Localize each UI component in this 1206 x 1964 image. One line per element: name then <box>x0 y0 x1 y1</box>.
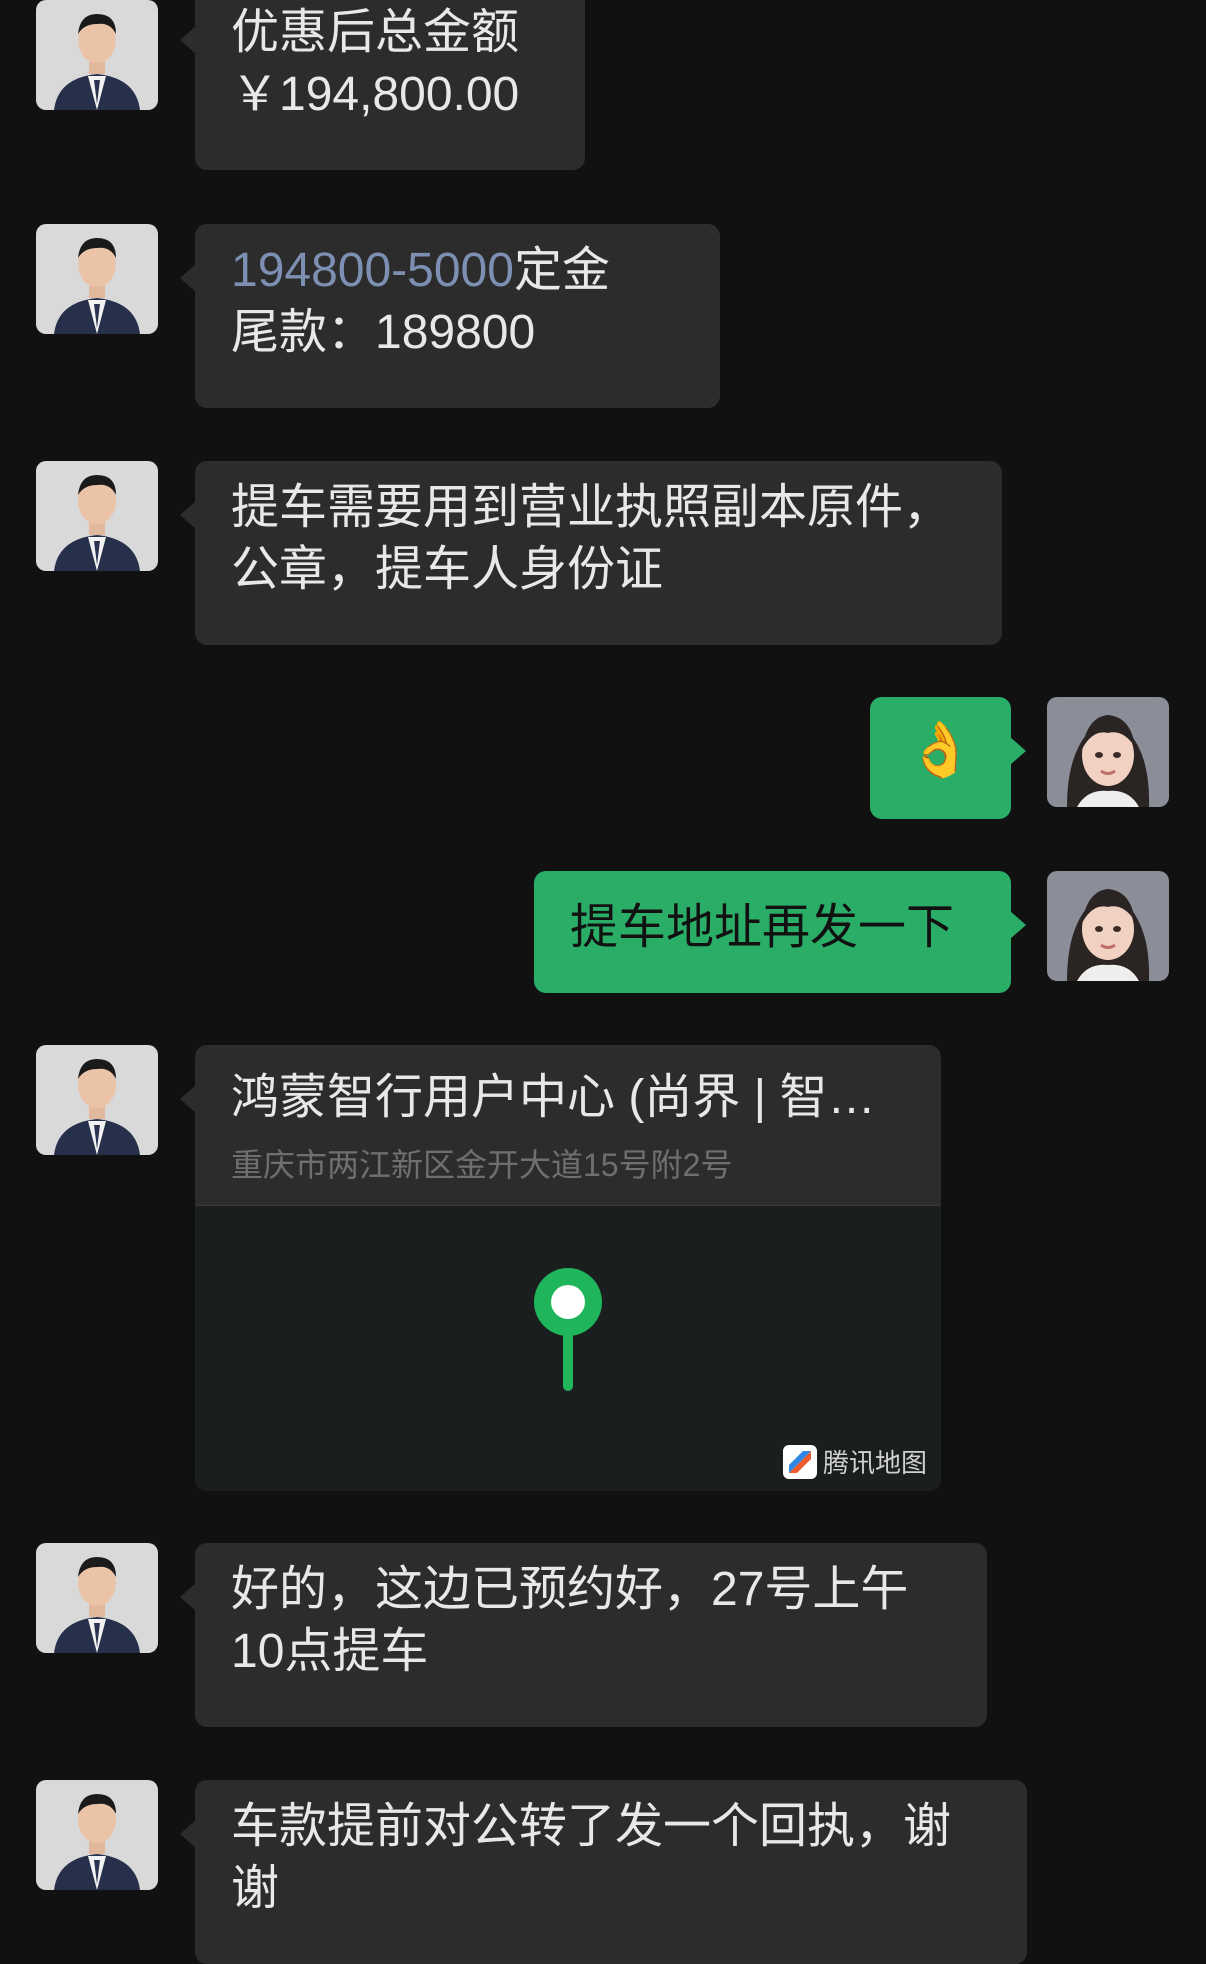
message-line: 优惠后总金额 <box>231 6 520 59</box>
ok-hand-emoji: 👌 <box>906 720 975 780</box>
location-map[interactable]: 腾讯地图 <box>195 1205 941 1491</box>
message-line: 尾款：189800 <box>231 306 536 359</box>
sender-avatar[interactable] <box>36 1045 158 1155</box>
message-bubble[interactable]: 车款提前对公转了发一个回执，谢 谢 <box>180 1780 1027 1964</box>
message-bubble-outgoing[interactable]: 提车地址再发一下 <box>534 871 1026 993</box>
location-address: 重庆市两江新区金开大道15号附2号 <box>231 1147 733 1183</box>
tencent-map-badge: 腾讯地图 <box>782 1443 927 1480</box>
phone-number-link[interactable]: 194800-5000 <box>231 244 514 297</box>
sender-avatar[interactable] <box>36 461 158 571</box>
message-text: 提车地址再发一下 <box>570 901 955 954</box>
my-avatar[interactable] <box>1047 871 1169 981</box>
message-bubble[interactable]: 优惠后总金额 ￥194,800.00 <box>180 0 585 170</box>
message-bubble[interactable]: 提车需要用到营业执照副本原件， 公章，提车人身份证 <box>180 461 1002 645</box>
sender-avatar[interactable] <box>36 224 158 334</box>
message-line: 车款提前对公转了发一个回执，谢 <box>231 1800 952 1853</box>
message-line: 好的，这边已预约好，27号上午 <box>231 1563 909 1616</box>
message-bubble-outgoing[interactable]: 👌 <box>870 697 1026 819</box>
message-bubble[interactable]: 194800-5000定金 尾款：189800 <box>180 224 720 408</box>
sender-avatar[interactable] <box>36 1543 158 1653</box>
message-line: ￥194,800.00 <box>231 68 520 121</box>
sender-avatar[interactable] <box>36 0 158 110</box>
map-provider-label: 腾讯地图 <box>822 1448 927 1478</box>
message-bubble[interactable]: 好的，这边已预约好，27号上午 10点提车 <box>180 1543 987 1727</box>
message-line: 提车需要用到营业执照副本原件， <box>231 481 952 534</box>
message-line: 谢 <box>231 1862 280 1915</box>
my-avatar[interactable] <box>1047 697 1169 807</box>
location-title: 鸿蒙智行用户中心 (尚界 | 智… <box>231 1071 876 1124</box>
message-line: 公章，提车人身份证 <box>231 543 664 596</box>
message-line: 10点提车 <box>231 1625 429 1678</box>
sender-avatar[interactable] <box>36 1780 158 1890</box>
message-text: 定金 <box>513 244 610 297</box>
location-card[interactable]: 鸿蒙智行用户中心 (尚界 | 智… 重庆市两江新区金开大道15号附2号 腾讯地图 <box>195 1045 941 1491</box>
tencent-map-icon <box>782 1444 817 1479</box>
